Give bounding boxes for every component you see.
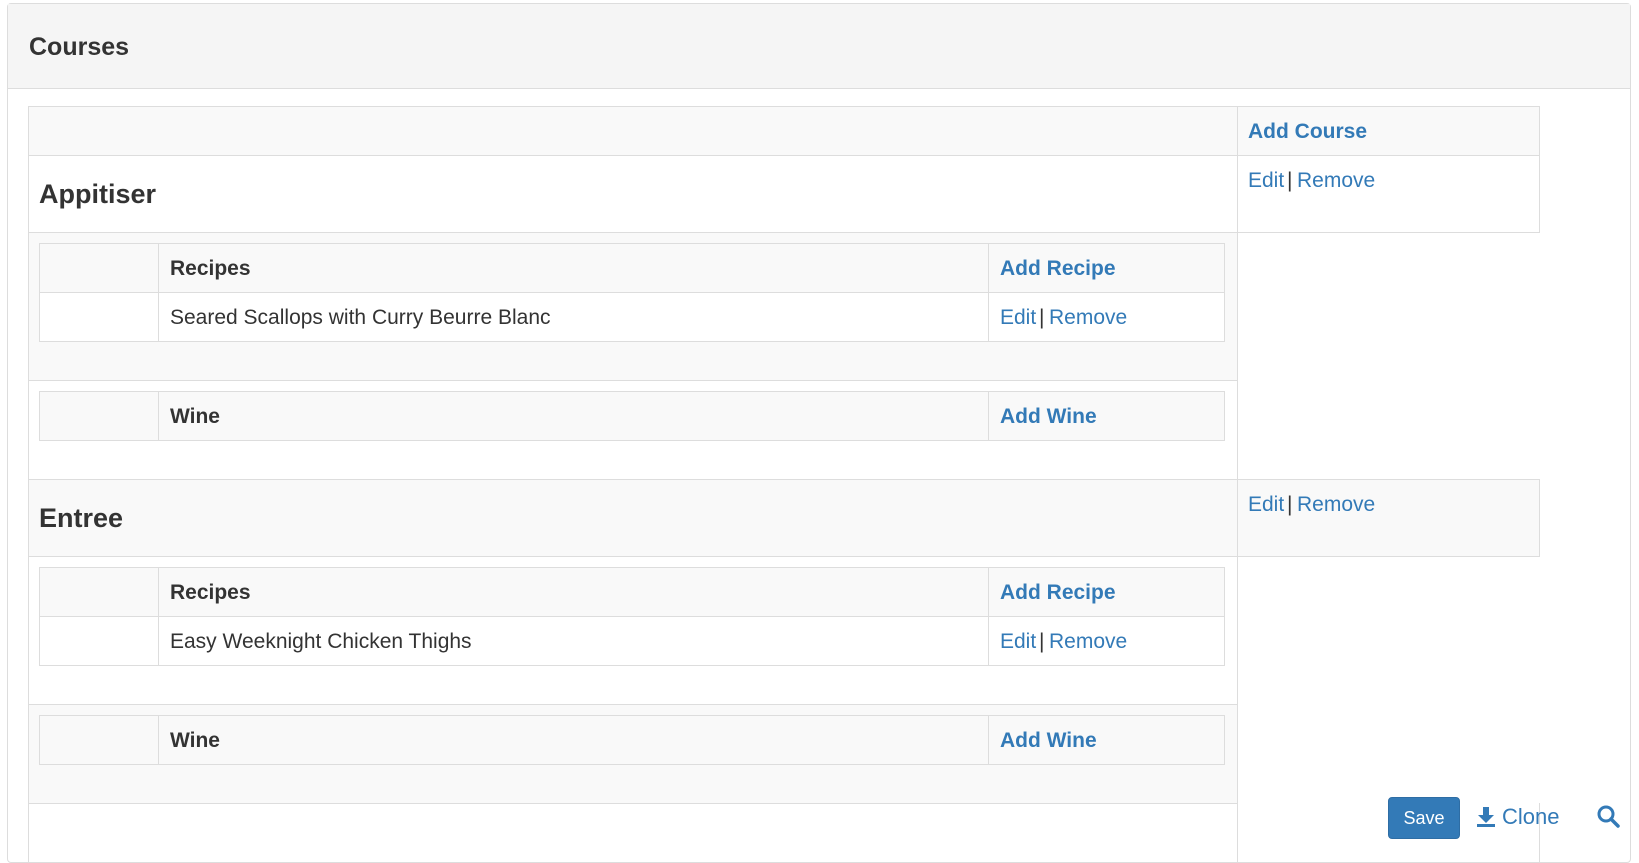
- add-wine-button[interactable]: Add Wine: [1000, 405, 1097, 429]
- recipes-header-spacer: [39, 243, 159, 293]
- edit-recipe-button[interactable]: Edit: [1000, 306, 1036, 330]
- recipes-header-actions: Add Recipe: [988, 567, 1225, 617]
- recipes-header-label: Recipes: [170, 581, 251, 604]
- recipe-row-spacer: [39, 292, 159, 342]
- action-separator: |: [1039, 306, 1045, 329]
- course-row-partial: [28, 803, 1238, 863]
- course-row-entree: Entree: [28, 479, 1238, 557]
- wine-header-spacer: [39, 391, 159, 441]
- clone-button[interactable]: Clone: [1476, 804, 1559, 830]
- add-recipe-button[interactable]: Add Recipe: [1000, 581, 1116, 605]
- wine-header: Wine: [158, 715, 989, 765]
- table-row: Seared Scallops with Curry Beurre Blanc: [158, 292, 989, 342]
- action-separator: |: [1039, 630, 1045, 653]
- action-separator: |: [1287, 493, 1293, 516]
- course-actions: Edit | Remove: [1237, 479, 1540, 557]
- course-row-appitiser: Appitiser: [28, 155, 1238, 233]
- remove-recipe-button[interactable]: Remove: [1049, 306, 1127, 330]
- recipe-name: Seared Scallops with Curry Beurre Blanc: [170, 306, 551, 329]
- wine-header-spacer: [39, 715, 159, 765]
- page-title: Courses: [29, 33, 130, 61]
- wine-header: Wine: [158, 391, 989, 441]
- edit-recipe-button[interactable]: Edit: [1000, 630, 1036, 654]
- wine-header-actions: Add Wine: [988, 391, 1225, 441]
- remove-course-button[interactable]: Remove: [1297, 493, 1375, 517]
- course-name: Appitiser: [39, 179, 157, 209]
- clone-label: Clone: [1502, 804, 1560, 829]
- remove-recipe-button[interactable]: Remove: [1049, 630, 1127, 654]
- remove-course-button[interactable]: Remove: [1297, 169, 1375, 193]
- action-separator: |: [1287, 169, 1293, 192]
- wine-header-label: Wine: [170, 405, 220, 428]
- recipe-name: Easy Weeknight Chicken Thighs: [170, 630, 472, 653]
- recipes-header: Recipes: [158, 243, 989, 293]
- recipes-header-actions: Add Recipe: [988, 243, 1225, 293]
- add-wine-button[interactable]: Add Wine: [1000, 729, 1097, 753]
- panel-heading: Courses: [8, 4, 1630, 89]
- save-button[interactable]: Save: [1388, 797, 1460, 839]
- search-icon[interactable]: [1596, 804, 1620, 828]
- table-row: Easy Weeknight Chicken Thighs: [158, 616, 989, 666]
- recipes-header-spacer: [39, 567, 159, 617]
- recipe-actions: Edit | Remove: [988, 292, 1225, 342]
- recipe-actions: Edit | Remove: [988, 616, 1225, 666]
- courses-header-actions: Add Course: [1237, 106, 1540, 156]
- recipes-header: Recipes: [158, 567, 989, 617]
- add-recipe-button[interactable]: Add Recipe: [1000, 257, 1116, 281]
- courses-header-spacer: [28, 106, 1238, 156]
- wine-header-actions: Add Wine: [988, 715, 1225, 765]
- add-course-button[interactable]: Add Course: [1248, 120, 1367, 144]
- course-actions: Edit | Remove: [1237, 155, 1540, 233]
- download-icon: [1476, 806, 1496, 828]
- wine-header-label: Wine: [170, 729, 220, 752]
- recipe-row-spacer: [39, 616, 159, 666]
- edit-course-button[interactable]: Edit: [1248, 169, 1284, 193]
- edit-course-button[interactable]: Edit: [1248, 493, 1284, 517]
- recipes-header-label: Recipes: [170, 257, 251, 280]
- course-name: Entree: [39, 503, 124, 533]
